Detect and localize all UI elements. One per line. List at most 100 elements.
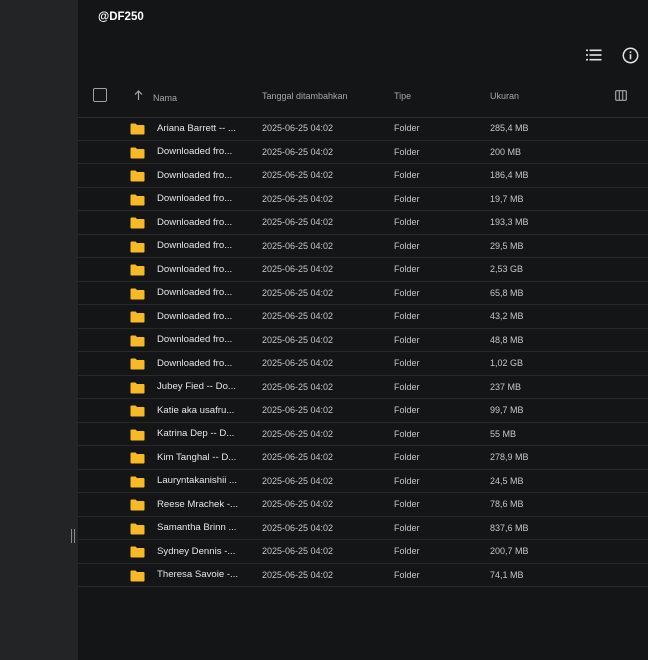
row-size: 29,5 MB [490,240,524,251]
column-header-name[interactable]: Nama [153,93,177,103]
table-row[interactable]: Katie aka usafru... 2025-06-25 04:02 Folde… [78,399,648,423]
table-row[interactable]: Downloaded fro... 2025-06-25 04:02 Folder 2… [78,235,648,258]
row-date: 2025-06-25 04:02 [262,452,334,462]
table-row[interactable]: Sydney Dennis -... 2025-06-25 04:02 Folder… [78,540,648,564]
row-size: 99,7 MB [490,405,524,415]
table-row[interactable]: Jubey Fied -- Do... 2025-06-25 04:02 Folde… [78,376,648,399]
table-row[interactable]: Downloaded fro... 2025-06-25 04:02 Folder 1… [78,211,648,235]
select-all-checkbox[interactable] [93,88,107,102]
row-type: Folder [394,287,420,298]
row-name: Downloaded fro... [157,240,233,251]
folder-icon [130,123,145,135]
table-row[interactable]: Kim Tanghal -- D... 2025-06-25 04:02 Folde… [78,446,648,470]
folder-icon [130,546,145,558]
list-icon [586,49,602,61]
folder-icon [130,429,145,440]
row-date: 2025-06-25 04:02 [262,193,334,204]
table-row[interactable]: Downloaded fro... 2025-06-25 04:02 Folder 1… [78,352,648,376]
table-row[interactable]: Downloaded fro... 2025-06-25 04:02 Folder 1… [78,188,648,211]
row-name: Downloaded fro... [157,193,233,204]
row-type: Folder [394,358,420,368]
sidebar-resize-handle[interactable] [70,529,76,543]
row-name: Downloaded fro... [157,310,233,322]
row-size: 278,9 MB [490,452,529,462]
row-name: Katrina Dep -- D... [157,428,235,439]
row-type: Folder [394,217,420,227]
table-row[interactable]: Downloaded fro... 2025-06-25 04:02 Folder 4… [78,305,648,329]
row-name: Downloaded fro... [157,216,233,228]
row-size: 200 MB [490,146,522,157]
row-name: Downloaded fro... [157,169,233,181]
table-row[interactable]: Downloaded fro... 2025-06-25 04:02 Folder 2… [78,141,648,164]
row-date: 2025-06-25 04:02 [262,170,334,180]
table-row[interactable]: Downloaded fro... 2025-06-25 04:02 Folder 2… [78,258,648,282]
row-type: Folder [394,170,420,180]
folder-icon [130,358,145,370]
row-size: 78,6 MB [490,499,524,509]
folder-icon [130,499,145,511]
row-name: Downloaded fro... [157,146,233,157]
row-size: 24,5 MB [490,475,524,486]
row-type: Folder [394,123,420,133]
row-size: 237 MB [490,381,522,392]
info-icon [622,47,638,63]
table-row[interactable]: Reese Mrachek -... 2025-06-25 04:02 Folder… [78,493,648,517]
folder-icon [130,147,145,158]
row-size: 74,1 MB [490,569,524,580]
folder-icon [130,194,145,205]
row-size: 65,8 MB [490,287,524,298]
row-size: 55 MB [490,428,517,439]
row-type: Folder [394,499,420,509]
table-row[interactable]: Lauryntakanishii ... 2025-06-25 04:02 Fold… [78,470,648,493]
list-view-button[interactable] [585,46,603,64]
row-type: Folder [394,381,420,392]
row-date: 2025-06-25 04:02 [262,405,334,415]
row-date: 2025-06-25 04:02 [262,240,334,251]
row-date: 2025-06-25 04:02 [262,381,334,392]
row-size: 193,3 MB [490,217,529,227]
folder-icon [130,523,145,534]
table-row[interactable]: Downloaded fro... 2025-06-25 04:02 Folder 4… [78,329,648,352]
row-type: Folder [394,193,420,204]
table-row[interactable]: Ariana Barrett -- ... 2025-06-25 04:02 Fol… [78,117,648,141]
folder-icon [130,217,145,229]
row-type: Folder [394,146,420,157]
folder-icon [130,288,145,299]
row-name: Downloaded fro... [157,263,233,275]
row-type: Folder [394,264,420,274]
column-header-date[interactable]: Tanggal ditambahkan [262,91,348,101]
row-name: Ariana Barrett -- ... [157,122,236,134]
folder-icon [130,476,145,487]
row-name: Sydney Dennis -... [157,545,236,557]
row-name: Downloaded fro... [157,334,233,345]
row-date: 2025-06-25 04:02 [262,217,334,227]
column-header-size[interactable]: Ukuran [490,91,519,101]
column-header-type[interactable]: Tipe [394,91,411,101]
row-type: Folder [394,569,420,580]
info-button[interactable] [621,46,639,64]
folder-icon [130,170,145,182]
table-row[interactable]: Katrina Dep -- D... 2025-06-25 04:02 Folde… [78,423,648,446]
row-type: Folder [394,522,420,533]
row-size: 200,7 MB [490,546,529,556]
table-row[interactable]: Theresa Savoie -... 2025-06-25 04:02 Folde… [78,564,648,587]
row-type: Folder [394,428,420,439]
table-row[interactable]: Downloaded fro... 2025-06-25 04:02 Folder 1… [78,164,648,188]
columns-icon[interactable] [615,90,627,101]
page-title: @DF250 [98,11,144,23]
sidebar [0,0,78,660]
arrow-up-icon[interactable] [134,90,143,101]
row-date: 2025-06-25 04:02 [262,522,334,533]
row-size: 48,8 MB [490,334,524,345]
row-date: 2025-06-25 04:02 [262,475,334,486]
main-panel: @DF250 Nama Tanggal ditambahkan Tipe Uku… [78,0,648,660]
row-type: Folder [394,311,420,321]
row-size: 186,4 MB [490,170,529,180]
row-name: Kim Tanghal -- D... [157,451,237,463]
table-header: Nama Tanggal ditambahkan Tipe Ukuran [78,84,648,118]
table-row[interactable]: Downloaded fro... 2025-06-25 04:02 Folder 6… [78,282,648,305]
table-row[interactable]: Samantha Brinn ... 2025-06-25 04:02 Folder… [78,517,648,540]
row-name: Samantha Brinn ... [157,522,237,533]
folder-icon [130,405,145,417]
row-type: Folder [394,546,420,556]
